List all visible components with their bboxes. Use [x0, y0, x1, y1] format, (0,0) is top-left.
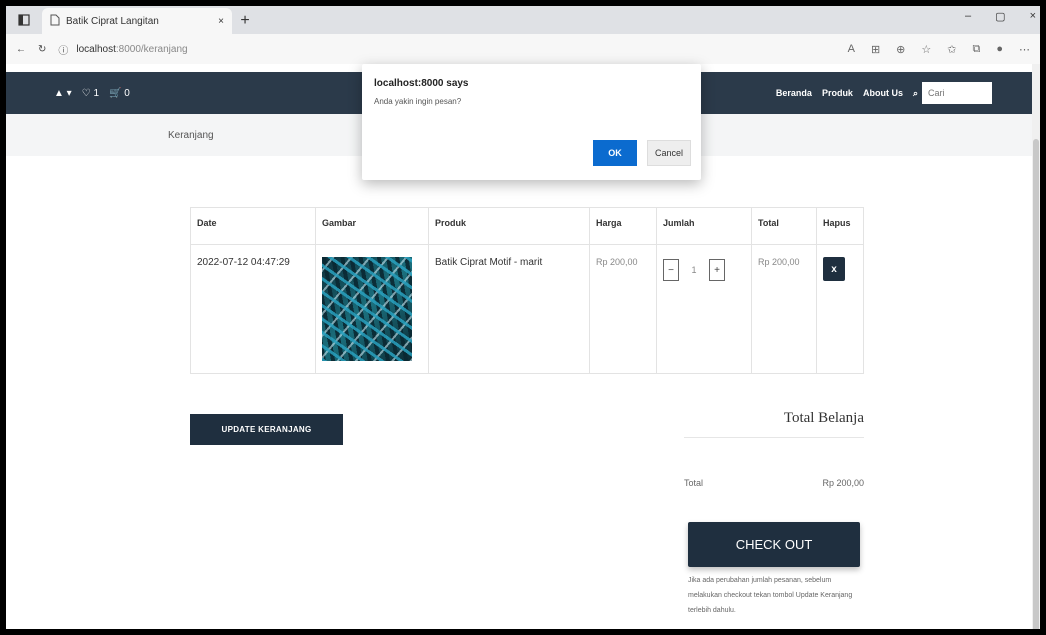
- wishlist-icon[interactable]: ♡ 1: [82, 88, 99, 99]
- col-qty: Jumlah: [656, 207, 752, 245]
- cart-totals: Total Belanja Total Rp 200,00 CHECK OUT …: [684, 410, 864, 618]
- delete-button[interactable]: x: [823, 257, 845, 281]
- zoom-icon[interactable]: ⊕: [896, 43, 905, 56]
- refresh-icon[interactable]: ↻: [38, 44, 46, 55]
- cell-delete: x: [816, 244, 864, 374]
- quantity-value[interactable]: 1: [685, 265, 703, 275]
- apps-icon[interactable]: ⊞: [871, 43, 880, 56]
- url-host: localhost: [76, 43, 116, 55]
- info-icon[interactable]: ⓘ: [58, 42, 68, 57]
- decrement-button[interactable]: −: [663, 259, 679, 281]
- dialog-message: Anda yakin ingin pesan?: [374, 97, 462, 106]
- col-total: Total: [751, 207, 817, 245]
- product-image: [322, 257, 412, 361]
- browser-tab[interactable]: Batik Ciprat Langitan ×: [42, 8, 232, 34]
- checkout-note: Jika ada perubahan jumlah pesanan, sebel…: [688, 577, 853, 614]
- quantity-stepper: − 1 +: [663, 259, 745, 281]
- tab-actions-icon[interactable]: [6, 6, 42, 34]
- favorites-icon[interactable]: ✩: [947, 43, 956, 56]
- cell-image: [315, 244, 429, 374]
- dialog-title: localhost:8000 says: [374, 78, 469, 89]
- browser-toolbar-icons: A ⊞ ⊕ ☆ ✩ ⧉ ● ⋯: [848, 43, 1030, 56]
- cell-price: Rp 200,00: [589, 244, 657, 374]
- favorite-add-icon[interactable]: ☆: [921, 43, 931, 56]
- back-icon[interactable]: ←: [16, 44, 26, 55]
- scrollbar-thumb[interactable]: [1033, 139, 1039, 629]
- cell-qty: − 1 +: [656, 244, 752, 374]
- collections-icon[interactable]: ⧉: [972, 43, 980, 56]
- url-path: :8000/keranjang: [115, 43, 188, 55]
- checkout-button[interactable]: CHECK OUT: [688, 522, 860, 567]
- cell-date: 2022-07-12 04:47:29: [190, 244, 316, 374]
- breadcrumb: Keranjang: [168, 129, 214, 141]
- nav-icons: ▲ ▾ ♡ 1 🛒 0: [54, 88, 130, 99]
- nav-link-beranda[interactable]: Beranda: [776, 88, 812, 98]
- read-aloud-icon[interactable]: A: [848, 43, 855, 56]
- new-tab-button[interactable]: +: [232, 8, 258, 34]
- totals-title: Total Belanja: [684, 410, 864, 438]
- confirm-dialog: localhost:8000 says Anda yakin ingin pes…: [362, 64, 701, 180]
- col-product: Produk: [428, 207, 590, 245]
- cell-total: Rp 200,00: [751, 244, 817, 374]
- table-row: 2022-07-12 04:47:29 Batik Ciprat Motif -…: [190, 244, 864, 374]
- page-scrollbar[interactable]: [1032, 64, 1040, 629]
- search-icon[interactable]: ⌕: [913, 88, 918, 99]
- ok-button[interactable]: OK: [593, 140, 637, 166]
- col-price: Harga: [589, 207, 657, 245]
- tab-title: Batik Ciprat Langitan: [66, 15, 159, 27]
- profile-icon[interactable]: ●: [996, 43, 1003, 56]
- col-delete: Hapus: [816, 207, 864, 245]
- nav-link-about[interactable]: About Us: [863, 88, 903, 98]
- col-image: Gambar: [315, 207, 429, 245]
- close-tab-icon[interactable]: ×: [218, 16, 224, 27]
- nav-links: Beranda Produk About Us ⌕: [776, 82, 992, 104]
- user-icon[interactable]: ▲ ▾: [54, 88, 72, 99]
- table-header-row: Date Gambar Produk Harga Jumlah Total Ha…: [190, 207, 864, 245]
- col-date: Date: [190, 207, 316, 245]
- maximize-icon[interactable]: ▢: [995, 10, 1005, 23]
- search-box: ⌕: [913, 82, 992, 104]
- tab-bar: Batik Ciprat Langitan × + – ▢ ×: [6, 6, 1040, 34]
- nav-link-produk[interactable]: Produk: [822, 88, 853, 98]
- totals-row: Total Rp 200,00: [684, 478, 864, 488]
- cell-product: Batik Ciprat Motif - marit: [428, 244, 590, 374]
- url-field[interactable]: ⓘ localhost:8000/keranjang: [58, 42, 835, 57]
- dialog-buttons: OK Cancel: [593, 140, 691, 166]
- cart-icon[interactable]: 🛒 0: [109, 88, 130, 99]
- browser-window: Batik Ciprat Langitan × + – ▢ × ← ↻ ⓘ lo…: [6, 6, 1040, 629]
- more-icon[interactable]: ⋯: [1019, 43, 1030, 56]
- update-cart-button[interactable]: UPDATE KERANJANG: [190, 414, 343, 445]
- increment-button[interactable]: +: [709, 259, 725, 281]
- address-bar: ← ↻ ⓘ localhost:8000/keranjang A ⊞ ⊕ ☆ ✩…: [6, 34, 1040, 64]
- cancel-button[interactable]: Cancel: [647, 140, 691, 166]
- total-value: Rp 200,00: [822, 478, 864, 488]
- close-window-icon[interactable]: ×: [1030, 10, 1036, 23]
- page-icon: [50, 14, 60, 29]
- window-controls: – ▢ ×: [965, 10, 1036, 23]
- total-label: Total: [684, 478, 704, 488]
- cart-table: Date Gambar Produk Harga Jumlah Total Ha…: [190, 207, 864, 374]
- minimize-icon[interactable]: –: [965, 10, 971, 23]
- search-input[interactable]: [922, 82, 992, 104]
